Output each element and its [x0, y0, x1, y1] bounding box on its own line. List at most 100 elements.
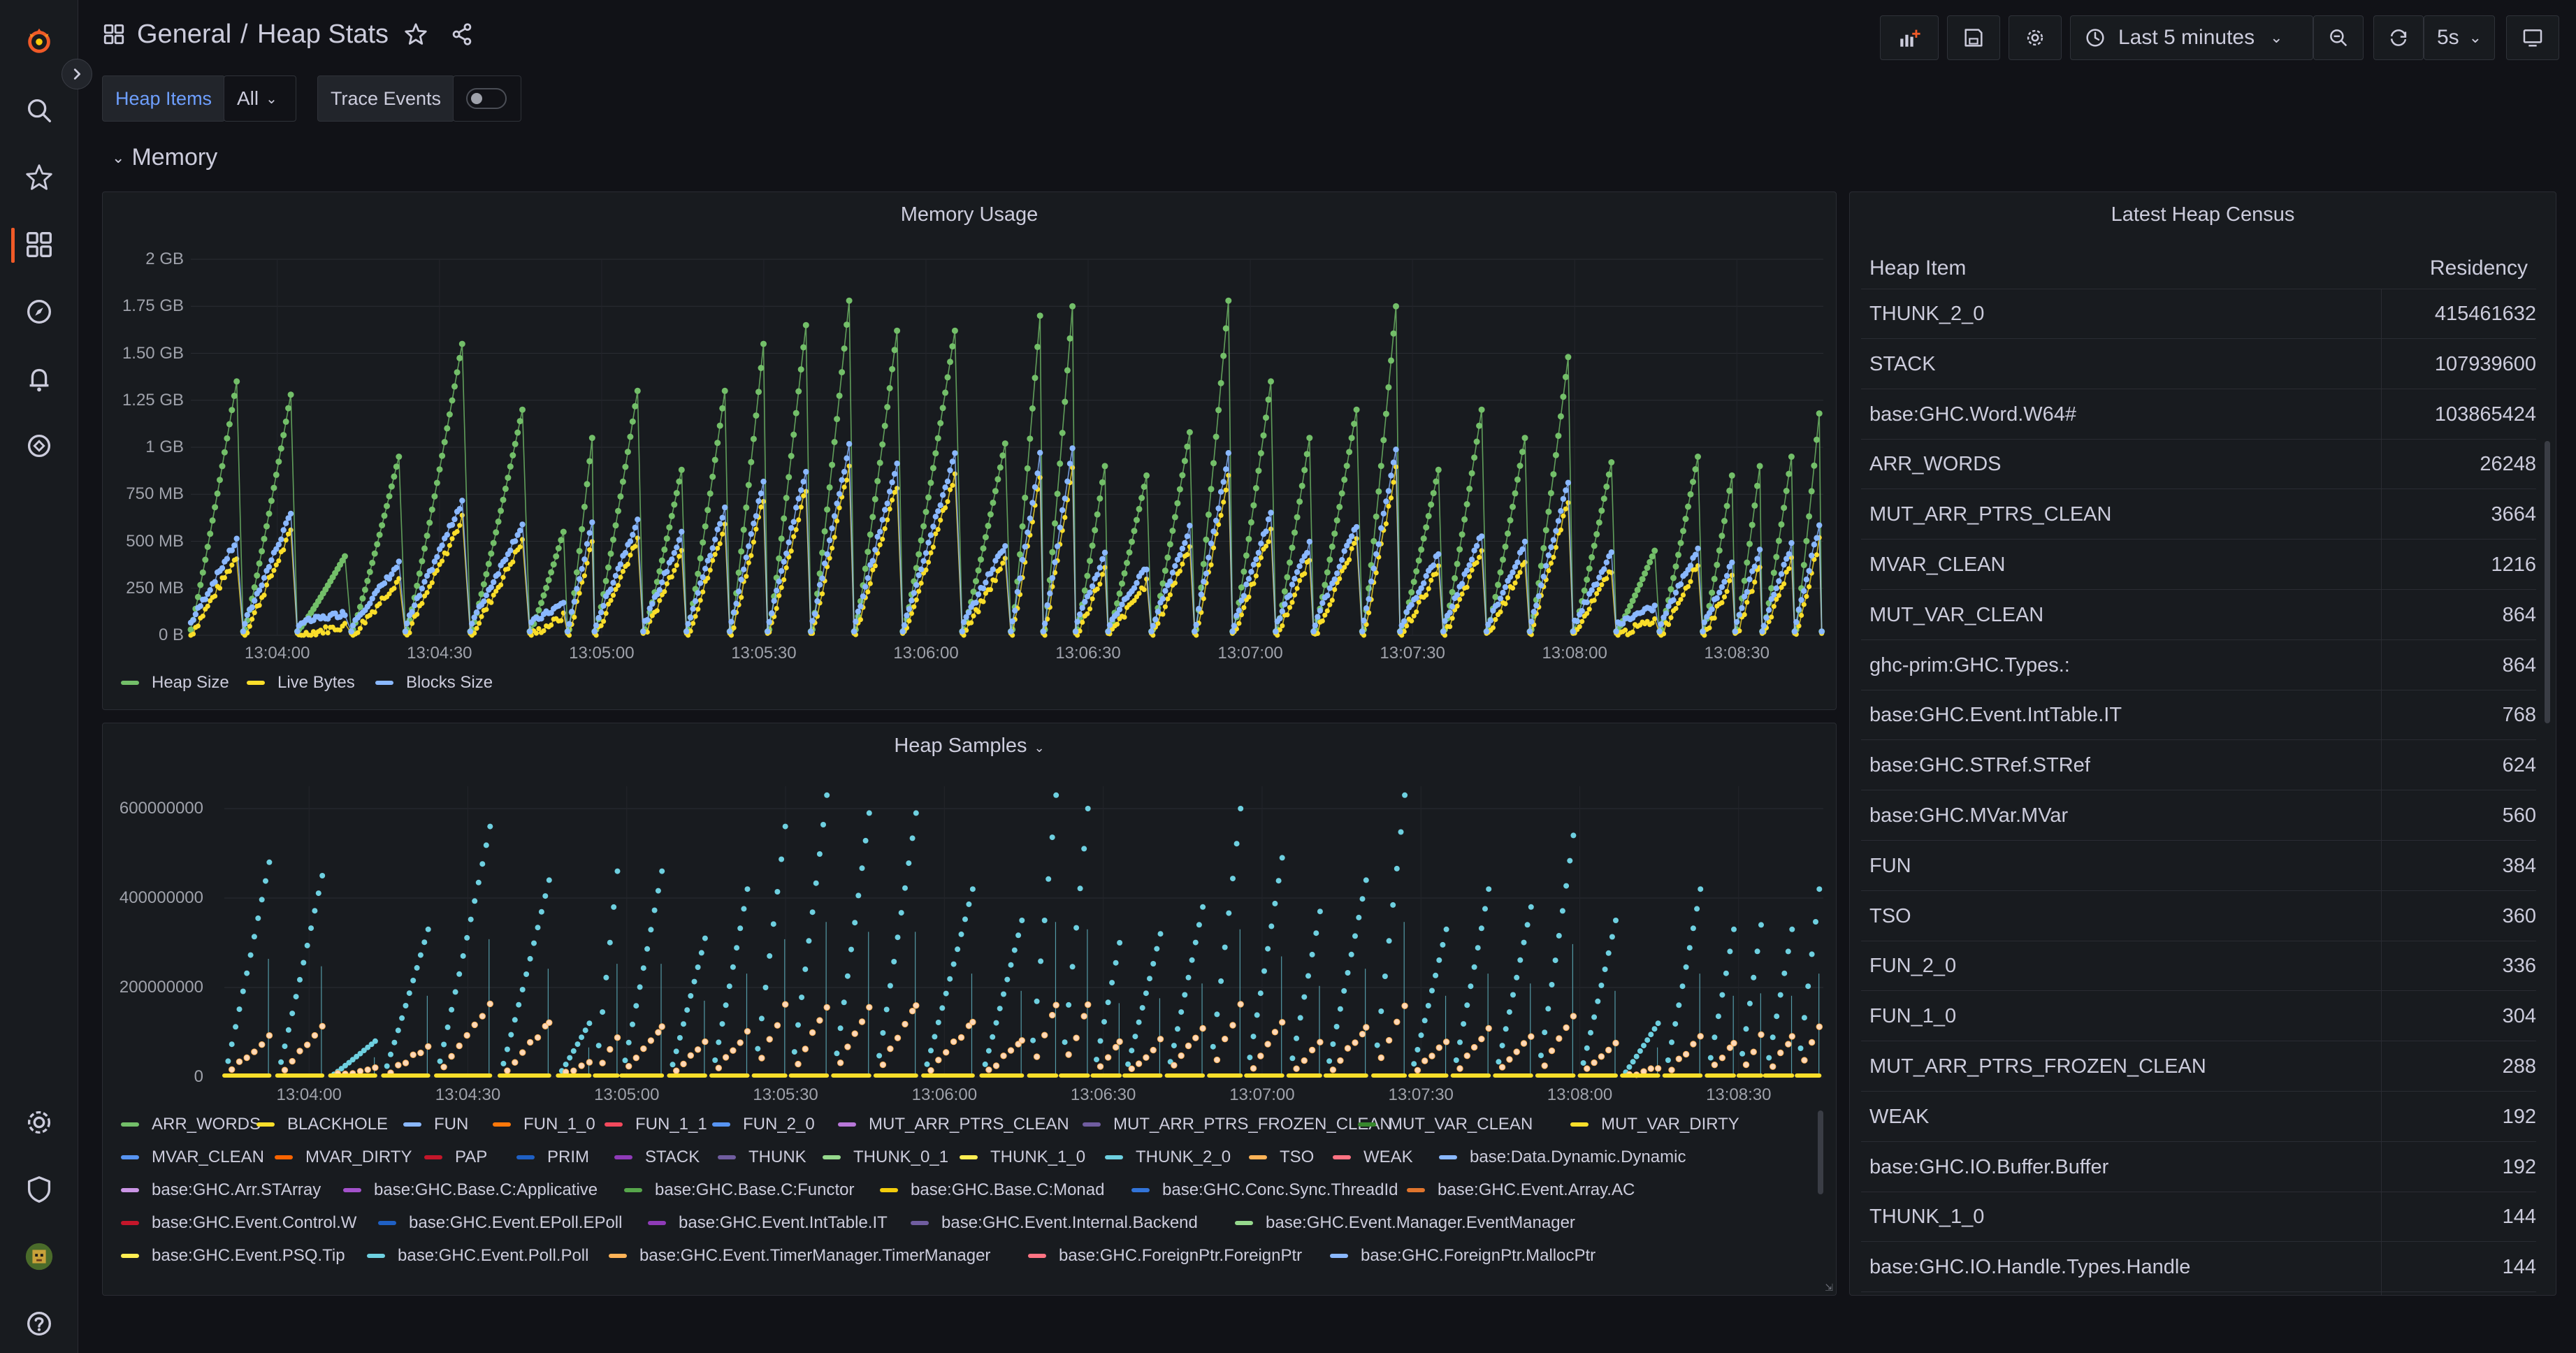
legend-item[interactable]: MUT_ARR_PTRS_CLEAN: [838, 1115, 1069, 1134]
grafana-logo-icon[interactable]: [18, 20, 60, 62]
legend-item[interactable]: WEAK: [1333, 1148, 1413, 1167]
table-row[interactable]: FUN 384: [1861, 841, 2536, 891]
sidebar-expand-button[interactable]: [61, 59, 92, 89]
explore-compass-icon[interactable]: [18, 291, 60, 333]
legend-item[interactable]: base:GHC.Event.IntTable.IT: [648, 1213, 888, 1233]
legend-scrollbar[interactable]: [1818, 1110, 1823, 1194]
table-row[interactable]: THUNK_1_0 144: [1861, 1192, 2536, 1243]
data-point: [519, 406, 526, 413]
legend-heap-size[interactable]: Heap Size: [121, 673, 229, 693]
table-row[interactable]: WEAK 192: [1861, 1092, 2536, 1142]
toggle-switch[interactable]: [466, 88, 507, 109]
table-row[interactable]: THUNK_2_0 415461632: [1861, 289, 2536, 339]
zoom-out-button[interactable]: [2313, 15, 2364, 60]
legend-item[interactable]: MUT_VAR_CLEAN: [1358, 1115, 1533, 1134]
column-header-heap-item[interactable]: Heap Item: [1869, 256, 1966, 280]
table-row[interactable]: ARR_WORDS 26248: [1861, 439, 2536, 490]
legend-item[interactable]: MUT_VAR_DIRTY: [1570, 1115, 1739, 1134]
starred-icon[interactable]: [18, 157, 60, 198]
table-row[interactable]: base:GHC.Word.W64# 103865424: [1861, 389, 2536, 440]
legend-item[interactable]: THUNK_0_1: [823, 1148, 948, 1167]
table-row[interactable]: FUN_2_0 336: [1861, 941, 2536, 992]
add-panel-button[interactable]: [1880, 15, 1939, 60]
legend-item[interactable]: base:GHC.Event.Internal.Backend: [911, 1213, 1198, 1233]
legend-item[interactable]: PRIM: [516, 1148, 589, 1167]
table-row[interactable]: FUN_1_0 304: [1861, 991, 2536, 1042]
legend-item[interactable]: MVAR_CLEAN: [121, 1148, 264, 1167]
legend-item[interactable]: ARR_WORDS: [121, 1115, 261, 1134]
memory-usage-chart[interactable]: [103, 192, 1837, 710]
time-range-picker[interactable]: Last 5 minutes ⌄: [2070, 15, 2313, 60]
table-row[interactable]: base:GHC.STRef.STRef 624: [1861, 740, 2536, 791]
row-header-memory[interactable]: ⌄ Memory: [112, 144, 217, 171]
trace-events-toggle[interactable]: [453, 75, 521, 122]
heap-samples-chart[interactable]: [103, 723, 1837, 1296]
legend-item[interactable]: base:GHC.Base.C:Applicative: [343, 1180, 598, 1200]
legend-item[interactable]: base:GHC.Event.PSQ.Tip: [121, 1246, 345, 1266]
table-row[interactable]: STACK 107939600: [1861, 339, 2536, 389]
save-dashboard-button[interactable]: [1947, 15, 2000, 60]
legend-item[interactable]: base:GHC.Event.Control.W: [121, 1213, 356, 1233]
column-header-residency[interactable]: Residency: [2430, 256, 2528, 280]
star-dashboard-icon[interactable]: [403, 21, 429, 55]
legend-item[interactable]: base:GHC.Conc.Sync.ThreadId: [1131, 1180, 1398, 1200]
legend-item[interactable]: base:GHC.Base.C:Monad: [880, 1180, 1104, 1200]
table-row[interactable]: MUT_ARR_PTRS_FROZEN_CLEAN 288: [1861, 1041, 2536, 1092]
table-row[interactable]: MVAR_CLEAN 1216: [1861, 540, 2536, 590]
legend-item[interactable]: THUNK_2_0: [1105, 1148, 1231, 1167]
breadcrumb-folder[interactable]: General: [137, 20, 231, 50]
legend-blocks-size[interactable]: Blocks Size: [375, 673, 493, 693]
table-row[interactable]: MUT_VAR_CLEAN 864: [1861, 590, 2536, 640]
share-icon[interactable]: [449, 21, 475, 55]
legend-item[interactable]: base:GHC.Event.Array.AC: [1407, 1180, 1635, 1200]
legend-item[interactable]: base:Data.Dynamic.Dynamic: [1439, 1148, 1686, 1167]
legend-item[interactable]: TSO: [1249, 1148, 1314, 1167]
table-row[interactable]: MUT_ARR_PTRS_CLEAN 3664: [1861, 489, 2536, 540]
user-avatar[interactable]: [18, 1236, 60, 1278]
legend-item[interactable]: MUT_ARR_PTRS_FROZEN_CLEAN: [1083, 1115, 1392, 1134]
heap-items-select[interactable]: All ⌄: [224, 75, 296, 122]
legend-item[interactable]: FUN_1_1: [605, 1115, 707, 1134]
refresh-button[interactable]: [2373, 15, 2424, 60]
dashboards-icon[interactable]: [18, 224, 60, 266]
data-point: [788, 548, 794, 554]
admin-shield-icon[interactable]: [18, 1168, 60, 1210]
legend-item[interactable]: THUNK_1_0: [960, 1148, 1085, 1167]
legend-item[interactable]: base:GHC.Event.TimerManager.TimerManager: [609, 1246, 990, 1266]
legend-item[interactable]: base:GHC.Event.EPoll.EPoll: [378, 1213, 622, 1233]
table-row[interactable]: base:GHC.IO.Handle.Types.Handle 144: [1861, 1242, 2536, 1293]
data-point: [1809, 552, 1815, 559]
breadcrumb-dashboard-title[interactable]: Heap Stats: [257, 20, 389, 50]
connections-icon[interactable]: [18, 425, 60, 467]
legend-item[interactable]: base:GHC.ForeignPtr.MallocPtr: [1330, 1246, 1595, 1266]
table-row[interactable]: base:GHC.MVar.MVar 560: [1861, 790, 2536, 841]
table-row[interactable]: TSO 360: [1861, 891, 2536, 941]
legend-item[interactable]: base:GHC.Event.Manager.EventManager: [1235, 1213, 1575, 1233]
tv-mode-button[interactable]: [2506, 15, 2559, 60]
configuration-gear-icon[interactable]: [18, 1101, 60, 1143]
search-icon[interactable]: [18, 89, 60, 131]
legend-item[interactable]: FUN_1_0: [493, 1115, 595, 1134]
help-icon[interactable]: [18, 1303, 60, 1345]
refresh-interval-picker[interactable]: 5s ⌄: [2424, 15, 2495, 60]
legend-item[interactable]: base:GHC.Arr.STArray: [121, 1180, 321, 1200]
dashboard-settings-button[interactable]: [2009, 15, 2062, 60]
table-row[interactable]: base:GHC.Event.IntTable.IT 768: [1861, 690, 2536, 741]
legend-item[interactable]: base:GHC.Base.C:Functor: [624, 1180, 854, 1200]
legend-item[interactable]: FUN: [403, 1115, 468, 1134]
legend-live-bytes[interactable]: Live Bytes: [247, 673, 355, 693]
legend-item[interactable]: base:GHC.Event.Poll.Poll: [367, 1246, 588, 1266]
panel-title[interactable]: Latest Heap Census: [1850, 203, 2556, 226]
resize-handle-icon[interactable]: ⇲: [1825, 1282, 1833, 1294]
table-scrollbar[interactable]: [2545, 441, 2550, 723]
legend-item[interactable]: THUNK: [718, 1148, 806, 1167]
legend-item[interactable]: STACK: [614, 1148, 700, 1167]
legend-item[interactable]: PAP: [424, 1148, 487, 1167]
legend-item[interactable]: BLACKHOLE: [256, 1115, 388, 1134]
legend-item[interactable]: FUN_2_0: [712, 1115, 815, 1134]
table-row[interactable]: ghc-prim:GHC.Types.: 864: [1861, 640, 2536, 690]
legend-item[interactable]: MVAR_DIRTY: [275, 1148, 412, 1167]
legend-item[interactable]: base:GHC.ForeignPtr.ForeignPtr: [1028, 1246, 1302, 1266]
alerting-bell-icon[interactable]: [18, 358, 60, 400]
table-row[interactable]: base:GHC.IO.Buffer.Buffer 192: [1861, 1142, 2536, 1192]
